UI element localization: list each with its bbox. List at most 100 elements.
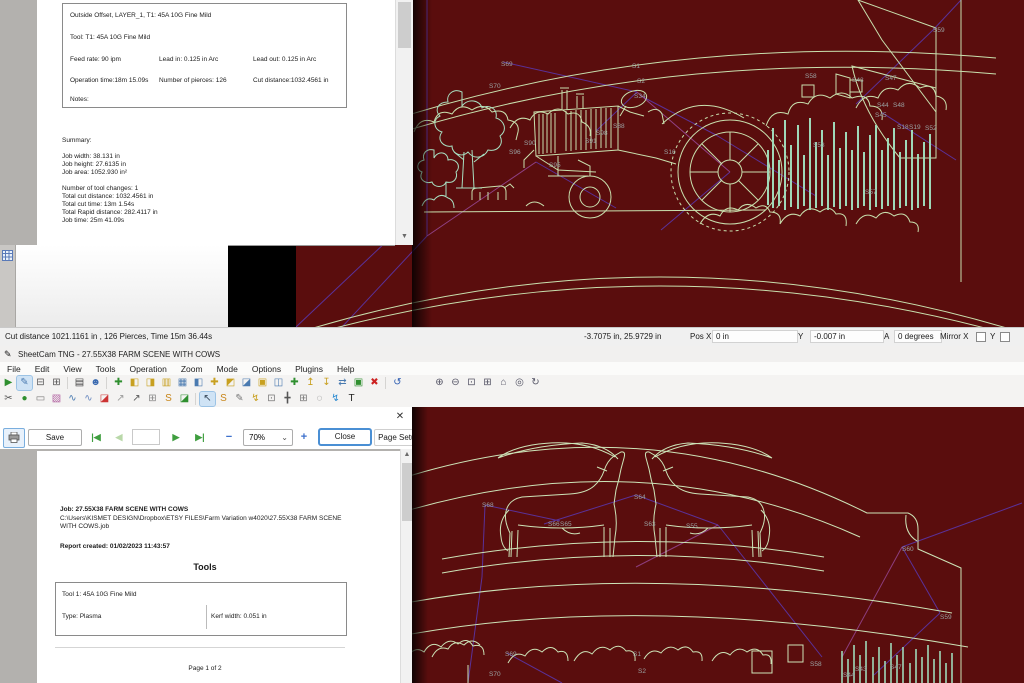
toolbar2-icon-2[interactable]: ▭ — [33, 392, 48, 406]
toolbar2-icon-5[interactable]: ∿ — [81, 392, 96, 406]
close-button[interactable]: Close — [318, 428, 372, 446]
angle-field[interactable]: 0 degrees — [894, 330, 942, 343]
toolbar1-icon-32[interactable]: ⌂ — [496, 376, 511, 390]
toolbar2-icon-21[interactable]: ↯ — [328, 392, 343, 406]
pos-x-field[interactable]: 0 in — [712, 330, 798, 343]
toolbar1-icon-3[interactable]: ⊞ — [49, 376, 64, 390]
toolbar1-icon-8[interactable]: ✚ — [111, 376, 126, 390]
menu-item-operation[interactable]: Operation — [122, 362, 173, 375]
toolbar1-icon-22[interactable]: ⇄ — [335, 376, 350, 390]
toolbar1-icon-31[interactable]: ⊞ — [480, 376, 495, 390]
scrollbar-thumb[interactable] — [402, 463, 412, 521]
toolbar1-icon-23[interactable]: ▣ — [351, 376, 366, 390]
toolbar2-icon-14[interactable]: S — [216, 392, 231, 406]
toolbar1-icon-20[interactable]: ↥ — [303, 376, 318, 390]
toolbar1-icon-28[interactable]: ⊕ — [432, 376, 447, 390]
toolbar2-icon-18[interactable]: ╋ — [280, 392, 295, 406]
toolbar1-icon-18[interactable]: ◫ — [271, 376, 286, 390]
toolbar1-icon-26[interactable]: ↺ — [390, 376, 405, 390]
menu-item-zoom[interactable]: Zoom — [174, 362, 210, 375]
toolbar1-icon-14[interactable]: ✚ — [207, 376, 222, 390]
toolbar1-icon-0[interactable]: ▶ — [1, 376, 16, 390]
zoom-in-button[interactable]: + — [296, 430, 312, 444]
path-label: S57 — [865, 190, 877, 197]
toolbar1-icon-13[interactable]: ◧ — [191, 376, 206, 390]
toolbar-separator — [106, 377, 107, 389]
toolbar1-icon-11[interactable]: ▥ — [159, 376, 174, 390]
menu-item-edit[interactable]: Edit — [28, 362, 57, 375]
toolbar2-icon-10[interactable]: S — [161, 392, 176, 406]
toolbar-separator — [67, 377, 68, 389]
pos-y-field[interactable]: -0.007 in — [810, 330, 884, 343]
title-bar[interactable]: ✎ SheetCam TNG - 27.55X38 FARM SCENE WIT… — [0, 346, 1024, 362]
zoom-select[interactable]: 70% ⌄ — [243, 429, 293, 446]
toolbar2-icon-15[interactable]: ✎ — [232, 392, 247, 406]
menu-item-file[interactable]: File — [0, 362, 28, 375]
toolbar2-icon-4[interactable]: ∿ — [65, 392, 80, 406]
toolbar2-icon-20[interactable]: ◌ — [312, 392, 327, 406]
print-button[interactable] — [3, 428, 25, 448]
toolbar1-icon-29[interactable]: ⊖ — [448, 376, 463, 390]
toolbar1-icon-6[interactable]: ☻ — [88, 376, 103, 390]
toolbar1-icon-24[interactable]: ✖ — [367, 376, 382, 390]
scroll-down-button[interactable]: ▼ — [396, 228, 413, 245]
status-cut-distance: Cut distance 1021.1161 in , 126 Pierces,… — [5, 332, 212, 341]
toolbar1-icon-19[interactable]: ✚ — [287, 376, 302, 390]
toolbar1-icon-33[interactable]: ◎ — [512, 376, 527, 390]
toolbar2-icon-9[interactable]: ⊞ — [145, 392, 160, 406]
toolbar2-icon-0[interactable]: ✂ — [1, 392, 16, 406]
toolbar2-icon-8[interactable]: ↗ — [129, 392, 144, 406]
grid-icon[interactable] — [2, 250, 13, 261]
zoom-out-button[interactable]: − — [221, 430, 237, 444]
toolbar2-icon-11[interactable]: ◪ — [177, 392, 192, 406]
toolbar1-icon-10[interactable]: ◨ — [143, 376, 158, 390]
toolbar1-icon-5[interactable]: ▤ — [72, 376, 87, 390]
menu-item-tools[interactable]: Tools — [89, 362, 123, 375]
toolbar2-icon-19[interactable]: ⊞ — [296, 392, 311, 406]
toolbar2-icon-16[interactable]: ↯ — [248, 392, 263, 406]
toolbar2-icon-1[interactable]: ● — [17, 392, 32, 406]
first-page-button[interactable]: |◀ — [86, 430, 106, 444]
summary-block2: Number of tool changes: 1 Total cut dist… — [62, 185, 158, 225]
scrollbar-thumb[interactable] — [398, 2, 411, 48]
toolbar1-icon-30[interactable]: ⊡ — [464, 376, 479, 390]
mirror-y-checkbox[interactable] — [1000, 332, 1010, 342]
page-number-field[interactable] — [132, 429, 160, 445]
save-button[interactable]: Save — [28, 429, 82, 446]
toolbar1-icon-16[interactable]: ◪ — [239, 376, 254, 390]
toolbar2-icon-3[interactable]: ▧ — [49, 392, 64, 406]
drawing-canvas-bottom[interactable]: S68S64S66S65S63S55S60S59S69S70S1S2S58S43… — [412, 407, 1024, 683]
toolbar1-icon-17[interactable]: ▣ — [255, 376, 270, 390]
report-page-top: Outside Offset, LAYER_1, T1: 45A 10G Fin… — [37, 0, 395, 246]
toolbar1-icon-21[interactable]: ↧ — [319, 376, 334, 390]
angle-label: A — [884, 332, 889, 341]
toolbar1-icon-34[interactable]: ↻ — [528, 376, 543, 390]
toolbar1-icon-12[interactable]: ▦ — [175, 376, 190, 390]
toolbar2-icon-22[interactable]: T — [344, 392, 359, 406]
toolbar1-icon-2[interactable]: ⊟ — [33, 376, 48, 390]
toolbar2-icon-13[interactable]: ↖ — [200, 392, 215, 406]
toolbar-separator — [385, 377, 386, 389]
preview-close-icon[interactable]: ✕ — [393, 411, 407, 423]
lead-out: Lead out: 0.125 in Arc — [253, 56, 316, 64]
prev-page-button[interactable]: ◀ — [110, 430, 128, 444]
toolbar1-icon-15[interactable]: ◩ — [223, 376, 238, 390]
mirror-x-checkbox[interactable] — [976, 332, 986, 342]
toolbar1-icon-9[interactable]: ◧ — [127, 376, 142, 390]
report-page-bottom: Job: 27.55X38 FARM SCENE WITH COWS C:\Us… — [37, 451, 400, 683]
menu-item-mode[interactable]: Mode — [210, 362, 245, 375]
menu-item-view[interactable]: View — [56, 362, 88, 375]
toolbar2-icon-6[interactable]: ◪ — [97, 392, 112, 406]
left-panel-strip — [0, 245, 15, 327]
next-page-button[interactable]: ▶ — [167, 430, 185, 444]
menu-item-plugins[interactable]: Plugins — [288, 362, 330, 375]
menu-item-options[interactable]: Options — [245, 362, 288, 375]
menu-item-help[interactable]: Help — [330, 362, 361, 375]
app-icon: ✎ — [4, 349, 12, 360]
toolbar2-icon-7[interactable]: ↗ — [113, 392, 128, 406]
last-page-button[interactable]: ▶| — [190, 430, 210, 444]
toolbar2-icon-17[interactable]: ⊡ — [264, 392, 279, 406]
tool-line: Tool 1: 45A 10G Fine Mild — [62, 591, 136, 599]
toolbar1-icon-1[interactable]: ✎ — [17, 376, 32, 390]
scrollbar-top[interactable]: ▼ — [395, 0, 413, 245]
